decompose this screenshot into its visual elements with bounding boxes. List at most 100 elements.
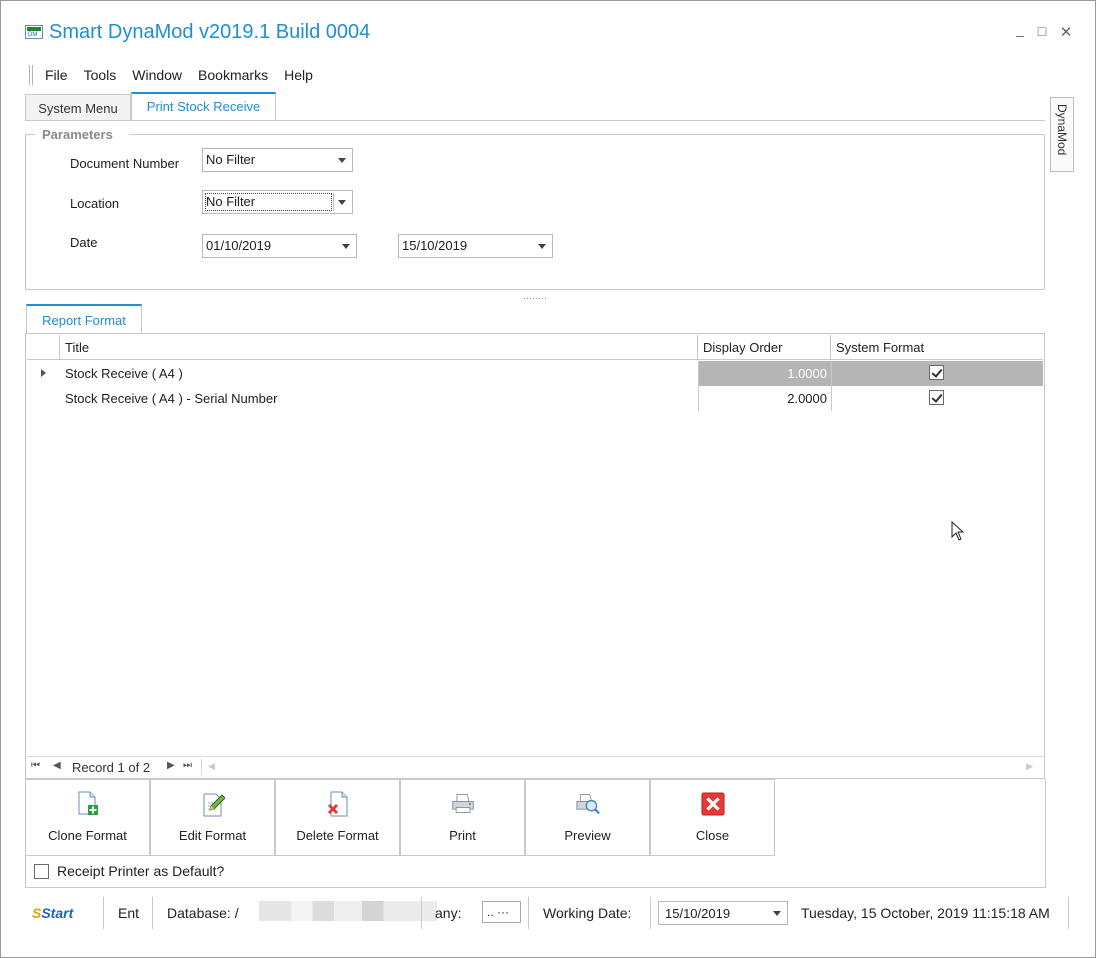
preview-label: Preview [564,828,611,843]
first-record-button[interactable]: ⏮ [31,760,40,771]
column-header-system-format[interactable]: System Format [831,335,1043,360]
last-record-button[interactable]: ⏭ [183,760,192,771]
column-header-title[interactable]: Title [60,335,698,360]
cell-system-format[interactable] [831,386,1043,411]
combo-separator [333,193,334,211]
tab-divider [25,120,1045,121]
delete-format-label: Delete Format [296,828,379,843]
chevron-down-icon [342,244,350,249]
focus-rectangle [205,193,332,211]
status-bar: SStart Ent Database: / any: .. ··· Worki… [25,893,1073,935]
close-window-button[interactable]: ✕ [1057,23,1075,41]
receipt-printer-option[interactable]: Receipt Printer as Default? [34,863,224,879]
report-format-grid[interactable]: Title Display Order System Format Stock … [27,335,1043,755]
prev-record-button[interactable]: ◀ [53,760,61,771]
working-date-label: Working Date: [543,905,632,921]
menu-tools[interactable]: Tools [84,67,117,83]
svg-text:DM: DM [28,32,37,38]
chevron-down-icon [338,158,346,163]
edit-format-icon [203,793,225,817]
app-icon: DM [25,25,43,39]
delete-format-icon [327,791,347,817]
start-logo[interactable]: SStart [32,905,73,921]
menu-bookmarks[interactable]: Bookmarks [198,67,268,83]
preview-icon [575,794,600,815]
date-to-value: 15/10/2019 [402,238,468,253]
minimize-button[interactable]: – [1011,27,1029,43]
entity-label: Ent [118,905,140,921]
close-button[interactable]: Close [650,779,775,856]
scroll-left-icon[interactable]: ◀ [208,761,215,772]
cell-display-order[interactable]: 1.0000 [698,361,831,386]
close-label: Close [695,828,730,843]
menu-window[interactable]: Window [132,67,182,83]
receipt-printer-checkbox[interactable] [34,863,49,879]
tab-system-menu[interactable]: System Menu [25,94,131,120]
horizontal-scrollbar[interactable]: ◀ ▶ [201,759,1041,775]
app-window: DM Smart DynaMod v2019.1 Build 0004 – □ … [0,0,1096,958]
print-button[interactable]: Print [400,779,525,856]
delete-format-button[interactable]: Delete Format [275,779,400,856]
row-indicator-header [27,335,60,360]
parameters-legend: Parameters [39,127,116,142]
edit-format-label: Edit Format [178,828,247,843]
chevron-down-icon [773,911,781,916]
cell-title[interactable]: Stock Receive ( A4 ) [60,361,698,386]
record-navigator: ⏮ ◀ Record 1 of 2 ▶ ⏭ ◀ ▶ [27,756,1043,778]
status-separator [1068,897,1069,929]
status-separator [421,897,422,929]
printer-icon [451,794,474,813]
system-format-checkbox[interactable] [929,365,944,380]
clone-format-label: Clone Format [48,828,127,843]
tab-print-stock-receive[interactable]: Print Stock Receive [131,92,276,120]
system-format-checkbox[interactable] [929,390,944,405]
date-from-picker[interactable]: 01/10/2019 [202,234,357,258]
splitter-handle[interactable]: ········ [523,293,547,303]
table-row[interactable]: Stock Receive ( A4 ) 1.0000 [27,361,1043,386]
edit-format-button[interactable]: Edit Format [150,779,275,856]
close-icon [700,792,725,816]
menu-help[interactable]: Help [284,67,313,83]
location-combo[interactable]: No Filter [202,190,353,214]
group-border [25,134,35,135]
menu-file[interactable]: File [45,67,68,83]
chevron-down-icon [538,244,546,249]
scroll-right-icon[interactable]: ▶ [1026,761,1033,772]
cell-display-order[interactable]: 2.0000 [698,386,831,411]
logo-text: Start [41,905,74,921]
document-number-combo[interactable]: No Filter [202,148,353,172]
menu-grip[interactable] [29,65,33,85]
tab-report-format[interactable]: Report Format [26,304,142,333]
location-label: Location [70,196,120,211]
clone-format-button[interactable]: Clone Format [25,779,150,856]
date-to-picker[interactable]: 15/10/2019 [398,234,553,258]
row-indicator [27,386,60,411]
receipt-printer-label: Receipt Printer as Default? [57,863,225,879]
next-record-button[interactable]: ▶ [167,760,175,771]
current-row-arrow-icon [41,369,46,377]
preview-button[interactable]: Preview [525,779,650,856]
company-browse-button[interactable]: .. ··· [482,901,521,923]
clone-format-icon [78,791,98,815]
document-number-label: Document Number [70,156,180,171]
side-dock-dynamod[interactable]: DynaMod [1050,97,1074,172]
document-number-value: No Filter [206,152,256,167]
maximize-button[interactable]: □ [1033,23,1051,39]
cell-system-format[interactable] [831,361,1043,386]
column-header-display-order[interactable]: Display Order [698,335,831,360]
row-indicator [27,361,60,386]
record-counter: Record 1 of 2 [72,760,151,775]
working-date-picker[interactable]: 15/10/2019 [658,901,788,925]
group-border [129,134,1045,135]
status-separator [528,897,529,929]
window-title: Smart DynaMod v2019.1 Build 0004 [49,21,371,43]
logo-mark: S [32,905,42,921]
date-label: Date [70,235,98,250]
mouse-cursor-icon [951,521,965,541]
date-from-value: 01/10/2019 [206,238,272,253]
cell-title[interactable]: Stock Receive ( A4 ) - Serial Number [60,386,698,411]
chevron-down-icon [338,200,346,205]
print-label: Print [449,828,476,843]
menu-bar: File Tools Window Bookmarks Help [29,63,329,87]
table-row[interactable]: Stock Receive ( A4 ) - Serial Number 2.0… [27,386,1043,411]
